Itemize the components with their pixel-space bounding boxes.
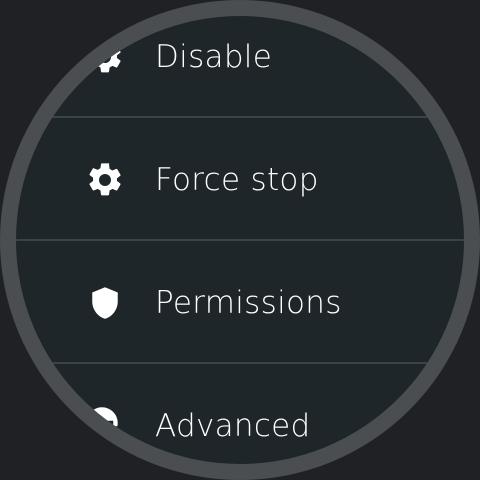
advanced-settings-icon — [84, 405, 126, 447]
divider — [16, 239, 464, 241]
watch-screen: Disable Force stop Permissions Advanced — [0, 0, 480, 480]
menu-item-advanced[interactable]: Advanced — [16, 365, 464, 464]
divider — [16, 116, 464, 118]
menu-item-label: Permissions — [155, 285, 342, 321]
menu-item-label: Force stop — [155, 162, 319, 198]
gear-icon — [84, 159, 126, 201]
menu-item-disable[interactable]: Disable — [16, 16, 464, 118]
watch-face[interactable]: Disable Force stop Permissions Advanced — [16, 16, 464, 464]
app-settings-menu[interactable]: Disable Force stop Permissions Advanced — [16, 16, 464, 464]
menu-item-permissions[interactable]: Permissions — [16, 242, 464, 364]
menu-item-force-stop[interactable]: Force stop — [16, 119, 464, 241]
divider — [16, 362, 464, 364]
menu-item-label: Disable — [155, 39, 273, 75]
gear-icon — [84, 36, 126, 78]
shield-icon — [84, 282, 126, 324]
menu-item-label: Advanced — [155, 408, 311, 444]
